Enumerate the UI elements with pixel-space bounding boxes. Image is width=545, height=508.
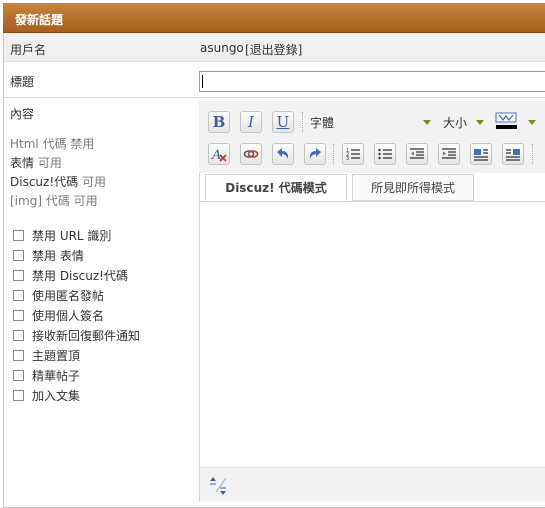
resize-editor-icon[interactable] xyxy=(207,474,229,496)
indent-icon[interactable] xyxy=(438,143,460,165)
svg-text:3: 3 xyxy=(346,156,349,162)
toolbar-divider xyxy=(333,144,334,164)
option-signature[interactable]: 使用個人簽名 xyxy=(13,307,104,323)
setting-discuzcode-name[interactable]: Discuz!代碼 xyxy=(10,175,78,189)
checkbox[interactable] xyxy=(13,369,24,381)
option-email-notify[interactable]: 接收新回復郵件通知 xyxy=(13,327,140,343)
content-label: 內容 xyxy=(10,107,35,121)
option-label: 接收新回復郵件通知 xyxy=(32,328,141,343)
setting-img-name: [img] 代碼 xyxy=(10,194,70,208)
redo-icon[interactable] xyxy=(304,143,326,165)
title-input[interactable] xyxy=(199,71,545,92)
logout-link[interactable]: [退出登錄] xyxy=(245,41,302,58)
title-label: 標題 xyxy=(10,75,35,89)
option-disable-discuzcode[interactable]: 禁用 Discuz!代碼 xyxy=(13,267,128,283)
setting-smilies-state: 可用 xyxy=(37,156,62,170)
option-sticky[interactable]: 主題置頂 xyxy=(13,347,80,363)
checkbox[interactable] xyxy=(13,349,24,361)
editor-footer xyxy=(200,467,545,502)
remove-format-icon[interactable]: A xyxy=(208,143,230,165)
option-label: 禁用 URL 識別 xyxy=(32,228,112,243)
option-label: 精華帖子 xyxy=(32,368,81,383)
italic-icon[interactable]: I xyxy=(240,111,262,133)
setting-discuzcode-state: 可用 xyxy=(81,175,106,189)
toolbar-divider xyxy=(302,112,303,132)
tab-discuz-code-mode[interactable]: Discuz! 代碼模式 xyxy=(205,174,347,201)
option-label: 主題置頂 xyxy=(32,348,81,363)
unordered-list-icon[interactable] xyxy=(374,143,396,165)
option-anonymous[interactable]: 使用匿名發帖 xyxy=(13,287,104,303)
option-label: 使用匿名發帖 xyxy=(32,288,105,303)
setting-img-state: 可用 xyxy=(73,194,98,208)
option-label: 禁用 Discuz!代碼 xyxy=(32,268,128,283)
checkbox[interactable] xyxy=(13,289,24,301)
setting-html: Html 代碼 禁用 xyxy=(10,135,94,152)
toolbar-divider xyxy=(532,144,533,164)
checkbox[interactable] xyxy=(13,309,24,321)
ordered-list-icon[interactable]: 1 2 3 xyxy=(342,143,364,165)
option-label: 禁用 表情 xyxy=(32,248,84,263)
editor-textarea[interactable] xyxy=(200,202,545,467)
option-digest[interactable]: 精華帖子 xyxy=(13,367,80,383)
text-caret xyxy=(202,75,203,88)
font-chevron-down-icon[interactable] xyxy=(423,120,431,125)
bold-icon[interactable]: B xyxy=(208,111,230,133)
option-label: 使用個人簽名 xyxy=(32,308,105,323)
option-disable-url[interactable]: 禁用 URL 識別 xyxy=(13,227,111,243)
checkbox[interactable] xyxy=(13,269,24,281)
color-chevron-down-icon[interactable] xyxy=(528,120,536,125)
tab-wysiwyg-mode[interactable]: 所見即所得模式 xyxy=(352,174,474,201)
setting-discuzcode: Discuz!代碼 可用 xyxy=(10,173,106,190)
username-value: asungo xyxy=(200,41,244,55)
form-title: 發新話題 xyxy=(15,13,64,27)
setting-html-state: 禁用 xyxy=(70,137,95,151)
size-chevron-down-icon[interactable] xyxy=(476,120,484,125)
font-color-icon[interactable] xyxy=(495,112,519,130)
form-header: 發新話題 xyxy=(3,3,545,33)
align-image-right-icon[interactable] xyxy=(502,143,524,165)
underline-icon[interactable]: U xyxy=(272,111,294,133)
font-select[interactable]: 字體 xyxy=(310,114,334,131)
option-disable-smilies[interactable]: 禁用 表情 xyxy=(13,247,84,263)
setting-html-name: Html 代碼 xyxy=(10,137,67,151)
outdent-icon[interactable] xyxy=(406,143,428,165)
checkbox[interactable] xyxy=(13,389,24,401)
setting-smilies-name[interactable]: 表情 xyxy=(10,156,34,170)
setting-img: [img] 代碼 可用 xyxy=(10,192,98,209)
checkbox[interactable] xyxy=(13,249,24,261)
username-label: 用戶名 xyxy=(10,43,47,57)
checkbox[interactable] xyxy=(13,229,24,241)
option-add-to-collection[interactable]: 加入文集 xyxy=(13,387,80,403)
align-image-left-icon[interactable] xyxy=(470,143,492,165)
size-select[interactable]: 大小 xyxy=(443,114,467,131)
undo-icon[interactable] xyxy=(272,143,294,165)
checkbox[interactable] xyxy=(13,329,24,341)
option-label: 加入文集 xyxy=(32,388,81,403)
link-icon[interactable] xyxy=(240,143,262,165)
setting-smilies: 表情 可用 xyxy=(10,154,62,171)
